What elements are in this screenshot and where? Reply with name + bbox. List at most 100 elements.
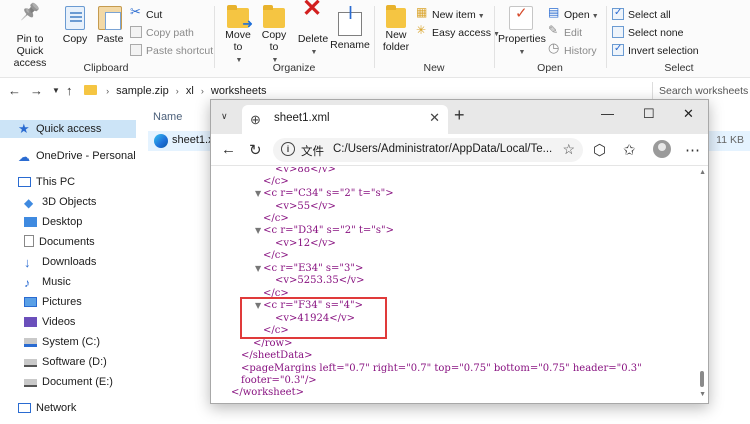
pin-to-quick-access-button[interactable]: Pin to Quick access — [2, 6, 58, 69]
close-tab-icon[interactable]: ✕ — [429, 110, 440, 126]
xml-line[interactable]: ▼ <c r="C34" s="2" t="s"> — [255, 188, 394, 200]
browser-toolbar: ← ↻ i 文件 C:/Users/Administrator/AppData/… — [211, 134, 708, 166]
easy-access-button[interactable]: Easy access▼ — [416, 23, 500, 42]
new-item-icon — [416, 5, 428, 20]
collapse-triangle-icon[interactable]: ▼ — [255, 264, 261, 273]
xml-line-text: <c r="D34" s="2" t="s"> — [263, 225, 394, 236]
column-header-name[interactable]: Name — [153, 111, 182, 123]
back-arrow-icon[interactable]: ← — [8, 83, 21, 98]
back-arrow-icon[interactable]: ← — [221, 141, 236, 158]
avatar[interactable] — [653, 140, 671, 158]
scroll-up-icon[interactable]: ▲ — [699, 169, 706, 176]
copy-to-button[interactable]: Copy to ▼ — [256, 5, 292, 67]
new-tab-icon[interactable]: + — [454, 105, 465, 126]
nav-item-desktop[interactable]: Desktop — [0, 213, 82, 231]
select-none-button[interactable]: Select none — [612, 26, 683, 40]
nav-item-software-d[interactable]: Software (D:) — [0, 353, 107, 371]
nav-item-system-c[interactable]: System (C:) — [0, 333, 100, 351]
close-window-icon[interactable]: ✕ — [683, 106, 694, 122]
xml-line[interactable]: ▼ <c r="D34" s="2" t="s"> — [255, 225, 394, 237]
nav-item-this-pc[interactable]: This PC — [0, 173, 75, 191]
edit-button[interactable]: Edit — [548, 23, 582, 40]
open-button[interactable]: Open▼ — [548, 5, 599, 24]
cut-button[interactable]: Cut — [130, 5, 162, 22]
select-all-icon — [612, 6, 624, 20]
nav-item-quick-access[interactable]: ★ Quick access — [0, 120, 136, 138]
tab-actions-chevron-icon[interactable]: ∨ — [221, 111, 228, 122]
breadcrumb-separator-icon[interactable]: › — [201, 86, 204, 96]
collapse-triangle-icon[interactable]: ▼ — [255, 226, 261, 235]
breadcrumb-sample-zip[interactable]: sample.zip — [116, 85, 169, 97]
xml-line-text: <c r="E34" s="3"> — [263, 263, 364, 274]
nav-item-label: Documents — [39, 236, 95, 248]
address-bar[interactable]: i 文件 C:/Users/Administrator/AppData/Loca… — [273, 138, 583, 162]
copy-path-button[interactable]: Copy path — [130, 26, 194, 40]
refresh-icon[interactable]: ↻ — [249, 141, 262, 159]
copy-button[interactable]: Copy — [60, 6, 90, 45]
invert-selection-button[interactable]: Invert selection — [612, 42, 699, 58]
paste-icon — [98, 6, 122, 30]
xml-line: <v>12</v> — [275, 238, 336, 250]
xml-line: </c> — [263, 176, 289, 188]
copy-to-label: Copy to — [261, 29, 287, 53]
address-bar[interactable]: › sample.zip › xl › worksheets — [84, 82, 640, 100]
breadcrumb-separator-icon[interactable]: › — [176, 86, 179, 96]
move-to-button[interactable]: Move to▼ — [220, 5, 256, 67]
copy-to-icon — [263, 5, 285, 28]
breadcrumb-worksheets[interactable]: worksheets — [211, 85, 267, 97]
more-options-icon[interactable]: ⋯ — [685, 141, 700, 159]
delete-icon — [301, 3, 325, 30]
drive-icon — [24, 359, 37, 367]
up-arrow-icon[interactable]: ↑ — [66, 83, 73, 98]
breadcrumb-separator-icon[interactable]: › — [106, 86, 109, 96]
nav-item-downloads[interactable]: ↓ Downloads — [0, 253, 96, 271]
new-folder-button[interactable]: New folder — [378, 5, 414, 53]
xml-line-text: <pageMargins left="0.7" right="0.7" top=… — [241, 363, 642, 374]
favorites-icon[interactable]: ✩ — [623, 141, 636, 159]
open-icon — [548, 5, 560, 20]
extensions-icon[interactable]: ⬡ — [593, 141, 606, 159]
tab-title: sheet1.xml — [274, 112, 330, 124]
scrollbar[interactable]: ▲ ▼ — [696, 167, 708, 403]
paste-shortcut-label: Paste shortcut — [146, 45, 214, 57]
nav-item-3d-objects[interactable]: ◆ 3D Objects — [0, 193, 96, 211]
scroll-down-icon[interactable]: ▼ — [699, 391, 706, 398]
copy-path-icon — [130, 26, 142, 38]
maximize-icon[interactable]: ☐ — [643, 106, 655, 122]
minimize-icon[interactable]: — — [601, 106, 614, 121]
highlight-box — [240, 297, 387, 339]
history-button[interactable]: History — [548, 41, 597, 58]
monitor-icon — [18, 177, 31, 187]
scrollbar-thumb[interactable] — [700, 371, 704, 387]
tab-sheet1[interactable]: ⊕ sheet1.xml ✕ — [242, 105, 448, 134]
nav-item-documents[interactable]: Documents — [0, 233, 95, 251]
rename-label: Rename — [330, 39, 370, 51]
xml-line[interactable]: ▼ <c r="E34" s="3"> — [255, 263, 363, 275]
paste-shortcut-button[interactable]: Paste shortcut — [130, 44, 213, 58]
collapse-triangle-icon[interactable]: ▼ — [255, 189, 261, 198]
nav-item-label: Quick access — [36, 123, 102, 135]
rename-button[interactable]: Rename — [330, 6, 370, 51]
favorite-star-icon[interactable]: ☆ — [562, 141, 575, 158]
cloud-icon: ☁ — [18, 150, 30, 164]
forward-arrow-icon[interactable]: → — [30, 83, 43, 98]
nav-item-network[interactable]: Network — [0, 399, 76, 417]
new-item-button[interactable]: New item▼ — [416, 5, 485, 24]
nav-item-music[interactable]: ♪ Music — [0, 273, 71, 291]
paste-button[interactable]: Paste — [94, 6, 126, 45]
xml-line: footer="0.3"/> — [241, 375, 317, 387]
search-input[interactable]: Search worksheets — [652, 82, 750, 100]
delete-button[interactable]: Delete ▼ — [296, 3, 330, 59]
url-text: C:/Users/Administrator/AppData/Local/Te.… — [333, 143, 553, 155]
recent-locations-chevron-icon[interactable]: ▼ — [52, 86, 60, 95]
breadcrumb-xl[interactable]: xl — [186, 85, 194, 97]
select-all-button[interactable]: Select all — [612, 6, 671, 22]
nav-item-document-e[interactable]: Document (E:) — [0, 373, 113, 391]
properties-button[interactable]: Properties ▼ — [498, 6, 546, 59]
nav-item-videos[interactable]: Videos — [0, 313, 75, 331]
xml-line-text: </sheetData> — [241, 350, 313, 361]
xml-line: <v>55</v> — [275, 201, 336, 213]
nav-item-pictures[interactable]: Pictures — [0, 293, 82, 311]
nav-item-onedrive[interactable]: ☁ OneDrive - Personal — [0, 147, 136, 165]
info-icon: i — [281, 142, 295, 156]
